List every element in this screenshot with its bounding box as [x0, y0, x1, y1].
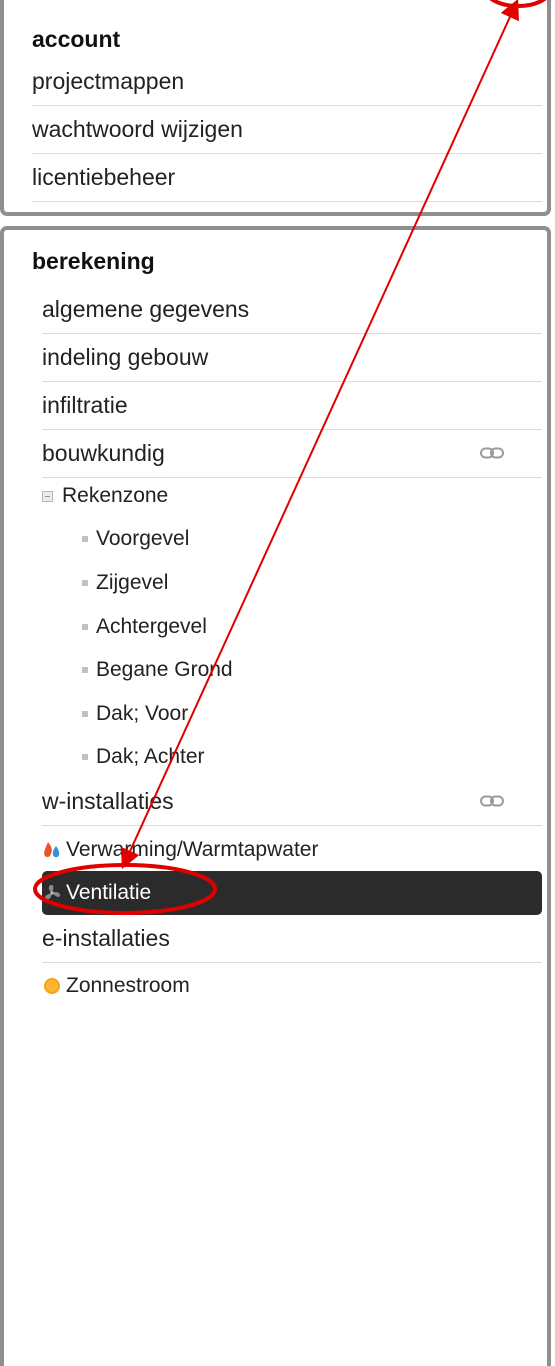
tree-item-zijgevel[interactable]: Zijgevel [82, 568, 168, 598]
tree-item-voorgevel[interactable]: Voorgevel [82, 524, 189, 554]
account-title: account [32, 26, 121, 52]
tree-item-dak-voor[interactable]: Dak; Voor [82, 699, 188, 729]
tree-item-label: Voorgevel [96, 527, 190, 550]
tree-item-label: Begane Grond [96, 658, 233, 681]
square-bullet-icon [82, 580, 88, 586]
menu-item-ventilatie-label: Ventilatie [66, 881, 152, 904]
tree-item-achtergevel[interactable]: Achtergevel [82, 612, 207, 642]
menu-item-w-installaties[interactable]: w-installaties [42, 778, 542, 826]
tree-item-rekenzone[interactable]: Rekenzone [42, 481, 168, 511]
link-icon[interactable] [480, 795, 504, 807]
menu-item-zonnestroom-label: Zonnestroom [66, 974, 190, 997]
tree-item-label: Achtergevel [96, 615, 207, 638]
menu-item-ventilatie[interactable]: Ventilatie [42, 871, 542, 915]
account-panel: account projectmappen wachtwoord wijzige… [0, 0, 551, 216]
menu-item-bouwkundig[interactable]: bouwkundig [42, 430, 542, 478]
menu-item-e-installaties[interactable]: e-installaties [42, 915, 542, 963]
menu-item-projectmappen[interactable]: projectmappen [32, 58, 542, 106]
square-bullet-icon [82, 536, 88, 542]
berekening-panel: berekening algemene gegevens indeling ge… [0, 226, 551, 1366]
menu-item-bouwkundig-label: bouwkundig [42, 440, 165, 466]
square-bullet-icon [82, 624, 88, 630]
tree-item-rekenzone-label: Rekenzone [62, 484, 169, 507]
tree-item-label: Dak; Voor [96, 702, 189, 725]
fan-icon [45, 884, 60, 900]
square-bullet-icon [82, 667, 88, 673]
sun-dot-icon [44, 978, 60, 994]
tree-item-label: Zijgevel [96, 571, 169, 594]
link-icon[interactable] [480, 447, 504, 459]
menu-item-infiltratie[interactable]: infiltratie [42, 382, 542, 430]
berekening-title: berekening [32, 248, 155, 274]
menu-item-zonnestroom[interactable]: Zonnestroom [42, 964, 542, 1008]
tree-item-begane-grond[interactable]: Begane Grond [82, 655, 233, 685]
menu-item-verwarming-label: Verwarming/Warmtapwater [66, 838, 319, 861]
tree-item-label: Dak; Achter [96, 745, 205, 768]
menu-item-algemene-gegevens[interactable]: algemene gegevens [42, 286, 542, 334]
menu-item-verwarming-warmtapwater[interactable]: Verwarming/Warmtapwater [42, 828, 542, 872]
menu-item-licentiebeheer[interactable]: licentiebeheer [32, 154, 542, 202]
square-bullet-icon [82, 754, 88, 760]
flame-drop-icon [44, 842, 60, 858]
menu-item-wachtwoord-wijzigen[interactable]: wachtwoord wijzigen [32, 106, 542, 154]
menu-item-indeling-gebouw[interactable]: indeling gebouw [42, 334, 542, 382]
tree-item-dak-achter[interactable]: Dak; Achter [82, 742, 205, 772]
menu-item-w-installaties-label: w-installaties [42, 788, 174, 814]
square-bullet-icon [82, 711, 88, 717]
collapse-box-icon[interactable] [42, 490, 53, 502]
